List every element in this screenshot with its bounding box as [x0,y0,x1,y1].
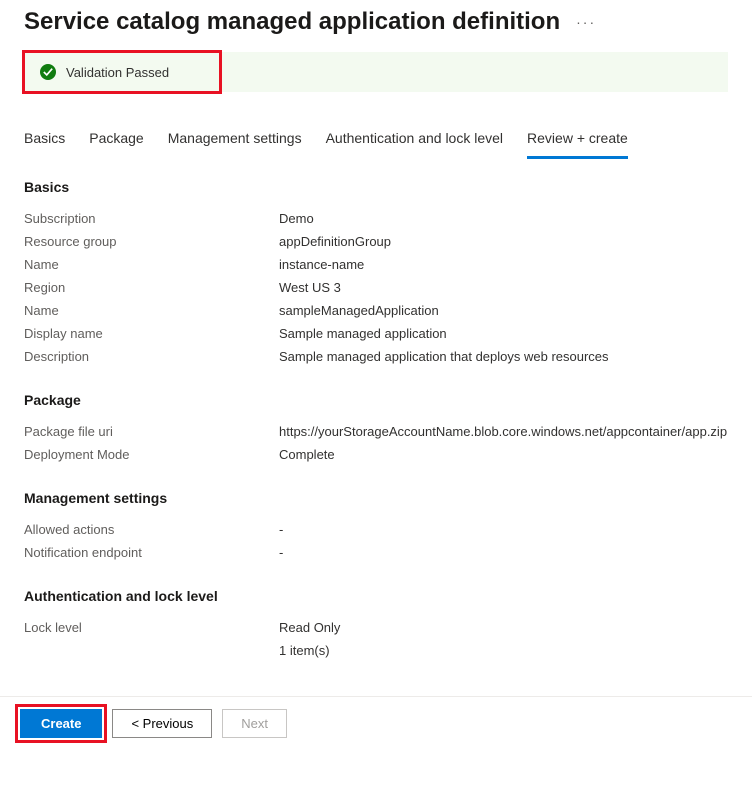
label-display-name: Display name [24,326,279,341]
value-display-name: Sample managed application [279,326,728,341]
label-allowed-actions: Allowed actions [24,522,279,537]
tab-authentication[interactable]: Authentication and lock level [326,124,503,159]
section-authentication: Authentication and lock level Lock level… [24,588,728,662]
value-notification-endpoint: - [279,545,728,560]
label-lock-level: Lock level [24,620,279,635]
value-description: Sample managed application that deploys … [279,349,728,364]
footer: Create < Previous Next [0,696,752,750]
label-subscription: Subscription [24,211,279,226]
tab-management-settings[interactable]: Management settings [168,124,302,159]
value-deployment-mode: Complete [279,447,728,462]
value-region: West US 3 [279,280,728,295]
value-lock-level: Read Only [279,620,728,635]
value-resource-group: appDefinitionGroup [279,234,728,249]
tab-package[interactable]: Package [89,124,143,159]
page-title: Service catalog managed application defi… [24,8,560,36]
check-circle-icon [40,64,56,80]
tab-review-create[interactable]: Review + create [527,124,628,159]
previous-button[interactable]: < Previous [112,709,212,738]
value-items: 1 item(s) [279,643,728,658]
section-title-authentication: Authentication and lock level [24,588,728,604]
value-package-uri: https://yourStorageAccountName.blob.core… [279,424,728,439]
section-title-management: Management settings [24,490,728,506]
section-management: Management settings Allowed actions- Not… [24,490,728,564]
section-title-basics: Basics [24,179,728,195]
tabs: Basics Package Management settings Authe… [0,124,752,159]
create-button[interactable]: Create [20,709,102,738]
section-title-package: Package [24,392,728,408]
label-notification-endpoint: Notification endpoint [24,545,279,560]
next-button: Next [222,709,287,738]
value-name2: sampleManagedApplication [279,303,728,318]
label-name: Name [24,257,279,272]
more-icon[interactable]: ··· [576,14,596,30]
value-name: instance-name [279,257,728,272]
value-subscription: Demo [279,211,728,226]
section-package: Package Package file urihttps://yourStor… [24,392,728,466]
label-name2: Name [24,303,279,318]
label-items [24,643,279,658]
validation-banner: Validation Passed [24,52,728,92]
label-package-uri: Package file uri [24,424,279,439]
validation-message: Validation Passed [66,65,169,80]
section-basics: Basics SubscriptionDemo Resource groupap… [24,179,728,368]
label-resource-group: Resource group [24,234,279,249]
label-deployment-mode: Deployment Mode [24,447,279,462]
tab-basics[interactable]: Basics [24,124,65,159]
label-region: Region [24,280,279,295]
label-description: Description [24,349,279,364]
value-allowed-actions: - [279,522,728,537]
